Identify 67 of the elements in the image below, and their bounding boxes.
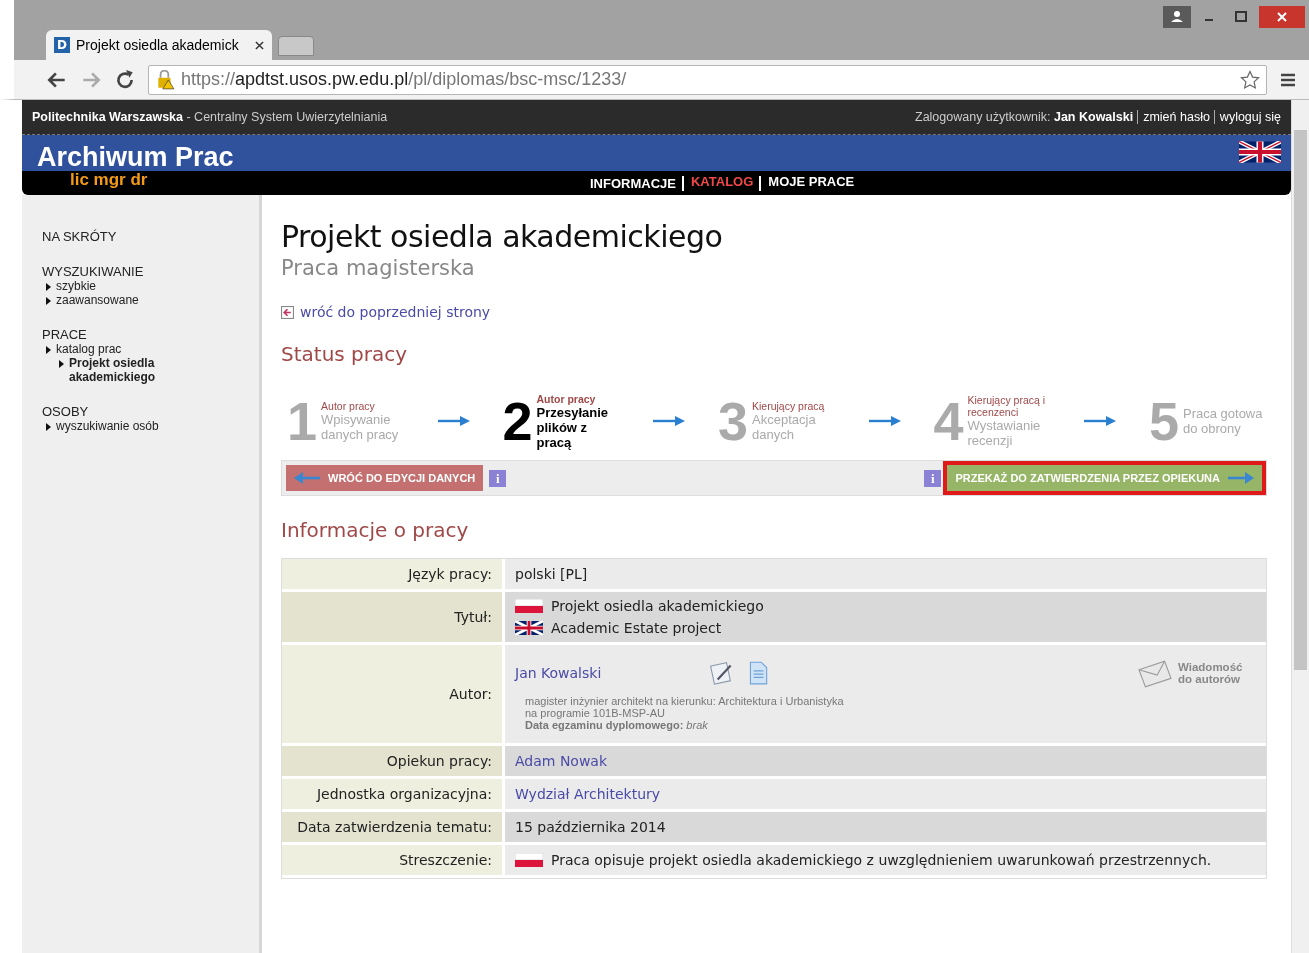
sidebar-item[interactable]: katalog prac [56,342,122,356]
section-heading: Informacje o pracy [281,518,470,542]
field-label: Autor: [282,645,505,743]
field-label: Streszczenie: [282,845,505,875]
bullet-icon [46,346,51,354]
polish-flag-icon [515,599,543,613]
arrow-icon [653,415,686,427]
arrow-icon [294,472,320,484]
browser-tab[interactable]: D Projekt osiedla akademick [46,30,272,60]
scrollbar[interactable] [1291,100,1309,953]
bullet-icon [46,423,51,431]
sidebar-item[interactable]: zaawansowane [56,293,139,307]
star-icon[interactable] [1240,69,1260,90]
sidebar-item[interactable]: szybkie [56,279,96,293]
warning-lock-icon [155,69,175,90]
back-arrow-icon[interactable] [281,305,294,319]
header-link[interactable]: wyloguj się [1213,110,1281,124]
favicon-icon: D [54,37,70,53]
author-link[interactable]: Jan Kowalski [515,665,602,681]
close-icon[interactable] [255,40,264,50]
back-link[interactable]: wróć do poprzedniej strony [300,304,491,320]
sidebar-heading: PRACE [42,327,88,342]
uk-flag-icon [515,621,543,635]
author-detail-text: magister inżynier architekt na kierunku: Architektura i Urbanistyka [525,695,845,707]
user-icon[interactable] [1163,6,1191,28]
arrow-icon [437,415,470,427]
field-label: Język pracy: [282,559,505,589]
field-link[interactable]: Wydział Architektury [515,786,1256,802]
arrow-icon [868,415,901,427]
sidebar-heading: OSOBY [42,404,90,419]
bullet-icon [59,360,64,368]
uk-flag-icon[interactable] [1239,141,1281,163]
nav-tab[interactable]: MOJE PRACE [759,175,855,191]
polish-flag-icon [515,853,543,867]
sidebar-heading: NA SKRÓTY [42,229,118,244]
field-link[interactable]: Adam Nowak [515,753,1256,769]
sidebar-heading: WYSZUKIWANIE [42,264,145,279]
degree-levels-text: lic mgr dr [70,172,149,188]
author-detail-text: Data egzaminu dyplomowego: brak [525,719,709,731]
logged-user-text: Zalogowany użytkownik: Jan Kowalski [915,110,1134,124]
arrow-icon [1228,472,1254,484]
page-title: Projekt osiedla akademickiego [281,219,724,254]
author-detail-text: na programie 101B-MSP-AU [525,707,666,719]
field-label: Tytuł: [282,592,505,642]
field-value: Projekt osiedla akademickiego [551,598,764,614]
section-heading: Status pracy [281,342,409,366]
site-title[interactable]: Archiwum Prac [37,143,234,171]
arrow-icon [1084,415,1117,427]
bullet-icon [46,283,51,291]
nav-tab[interactable]: KATALOG [681,175,754,191]
header-link[interactable]: zmień hasło [1137,110,1210,124]
address-bar[interactable]: https://apdtst.usos.pw.edu.pl/pl/diplomas/bsc-msc/1233/ [148,64,1267,95]
sidebar-item[interactable]: Projekt osiedla akademickiego [69,356,169,384]
field-value: Praca opisuje projekt osiedla akademickiego z uwzględnieniem uwarunkowań przestrzennych. [551,852,1212,868]
bullet-icon [46,297,51,305]
reload-icon[interactable] [114,68,136,91]
nav-tab[interactable]: INFORMACJE [590,175,676,191]
site-header-text: Politechnika Warszawska - Centralny System Uwierzytelniania [32,110,388,124]
field-value: Academic Estate project [551,620,722,636]
field-value: polski [PL] [515,566,589,582]
back-to-edit-button[interactable]: WRÓĆ DO EDYCJI DANYCH [286,465,484,491]
field-label: Data zatwierdzenia tematu: [282,812,505,842]
field-value: 15 października 2014 [515,819,667,835]
sidebar-item[interactable]: wyszukiwanie osób [56,419,159,433]
field-label: Opiekun pracy: [282,746,505,776]
field-label: Jednostka organizacyjna: [282,779,505,809]
page-subtitle: Praca magisterska [281,256,476,280]
